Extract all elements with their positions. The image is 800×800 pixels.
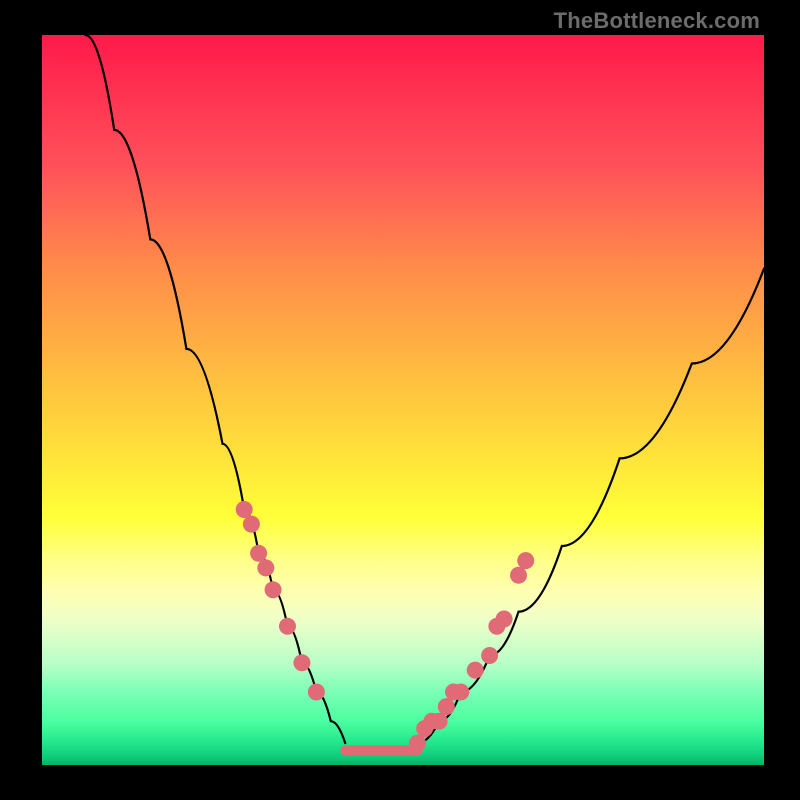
data-marker	[265, 581, 282, 598]
data-marker	[517, 552, 534, 569]
data-marker	[496, 611, 513, 628]
data-marker	[467, 662, 484, 679]
data-marker	[293, 654, 310, 671]
data-marker	[481, 647, 498, 664]
data-marker	[308, 684, 325, 701]
data-marker	[250, 545, 267, 562]
right-markers	[409, 552, 534, 752]
data-marker	[438, 698, 455, 715]
data-marker	[431, 713, 448, 730]
data-marker	[257, 559, 274, 576]
data-marker	[452, 684, 469, 701]
data-marker	[236, 501, 253, 518]
chart-overlay	[42, 35, 764, 765]
data-marker	[409, 735, 426, 752]
chart-frame: TheBottleneck.com	[0, 0, 800, 800]
watermark-text: TheBottleneck.com	[554, 8, 760, 34]
data-marker	[279, 618, 296, 635]
bottleneck-left-curve	[85, 35, 345, 743]
data-marker	[510, 567, 527, 584]
data-marker	[243, 516, 260, 533]
